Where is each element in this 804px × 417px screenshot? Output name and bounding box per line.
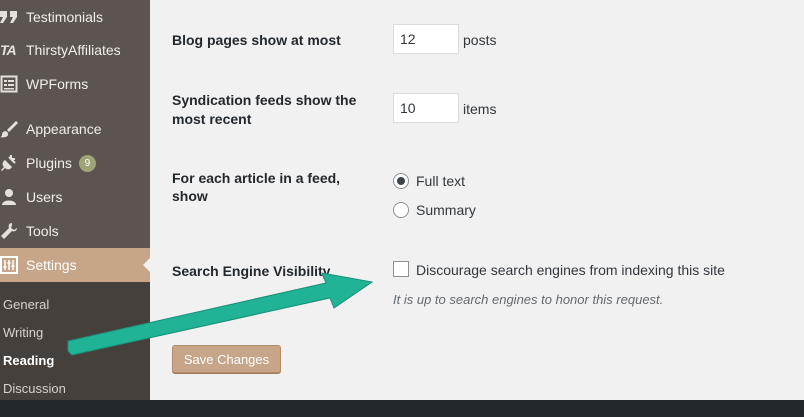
menu-item-label: Users [26, 189, 63, 205]
form-icon [0, 74, 26, 94]
settings-icon [0, 255, 26, 275]
syndication-input[interactable] [393, 93, 459, 123]
user-icon [0, 187, 26, 207]
active-menu-indicator [143, 257, 151, 273]
blog-pages-unit: posts [463, 32, 497, 48]
plug-icon [0, 153, 26, 173]
syndication-label-line1: Syndication feeds show the [172, 92, 357, 108]
submenu-reading[interactable]: Reading [3, 353, 54, 368]
submenu-writing[interactable]: Writing [3, 325, 43, 340]
menu-item-label: Testimonials [26, 9, 104, 25]
syndication-unit: items [463, 101, 497, 117]
menu-item-label: WPForms [26, 76, 89, 92]
summary-label[interactable]: Summary [416, 202, 476, 218]
submenu-general[interactable]: General [3, 297, 49, 312]
discourage-search-engines-checkbox[interactable] [393, 261, 409, 277]
feed-article-label-line2: show [172, 188, 208, 204]
menu-item-label: Settings [26, 257, 77, 273]
menu-item-testimonials[interactable]: Testimonials [0, 0, 150, 34]
menu-item-label: Plugins [26, 155, 72, 171]
wrench-icon [0, 221, 26, 241]
menu-item-appearance[interactable]: Appearance [0, 112, 150, 146]
bottom-bar [0, 400, 804, 417]
plugin-update-count-badge: 9 [78, 154, 96, 172]
paintbrush-icon [0, 119, 26, 139]
menu-item-wpforms[interactable]: WPForms [0, 67, 150, 101]
blog-pages-input[interactable] [393, 24, 459, 54]
blog-pages-label: Blog pages show at most [172, 32, 341, 48]
menu-item-tools[interactable]: Tools [0, 214, 150, 248]
menu-item-label: ThirstyAffiliates [26, 42, 121, 58]
save-changes-button[interactable]: Save Changes [172, 345, 281, 373]
search-visibility-label: Search Engine Visibility [172, 263, 331, 279]
menu-item-plugins[interactable]: Plugins 9 [0, 146, 150, 180]
discourage-search-engines-label[interactable]: Discourage search engines from indexing … [416, 262, 725, 278]
feed-article-label-line1: For each article in a feed, [172, 170, 341, 186]
menu-item-thirstyaffiliates[interactable]: TA ThirstyAffiliates [0, 33, 150, 67]
settings-submenu: General Writing Reading Discussion [0, 282, 150, 400]
syndication-label-line2: most recent [172, 111, 252, 127]
submenu-discussion[interactable]: Discussion [3, 381, 66, 396]
menu-item-users[interactable]: Users [0, 180, 150, 214]
menu-item-label: Tools [26, 223, 59, 239]
full-text-label[interactable]: Full text [416, 173, 465, 189]
ta-logo-icon: TA [0, 42, 17, 58]
search-visibility-description: It is up to search engines to honor this… [393, 292, 664, 307]
summary-radio[interactable] [393, 202, 409, 218]
menu-item-label: Appearance [26, 121, 102, 137]
quote-icon [0, 7, 26, 27]
full-text-radio[interactable] [393, 173, 409, 189]
menu-item-settings[interactable]: Settings [0, 248, 151, 282]
admin-sidebar: Testimonials TA ThirstyAffiliates WPForm… [0, 0, 151, 400]
